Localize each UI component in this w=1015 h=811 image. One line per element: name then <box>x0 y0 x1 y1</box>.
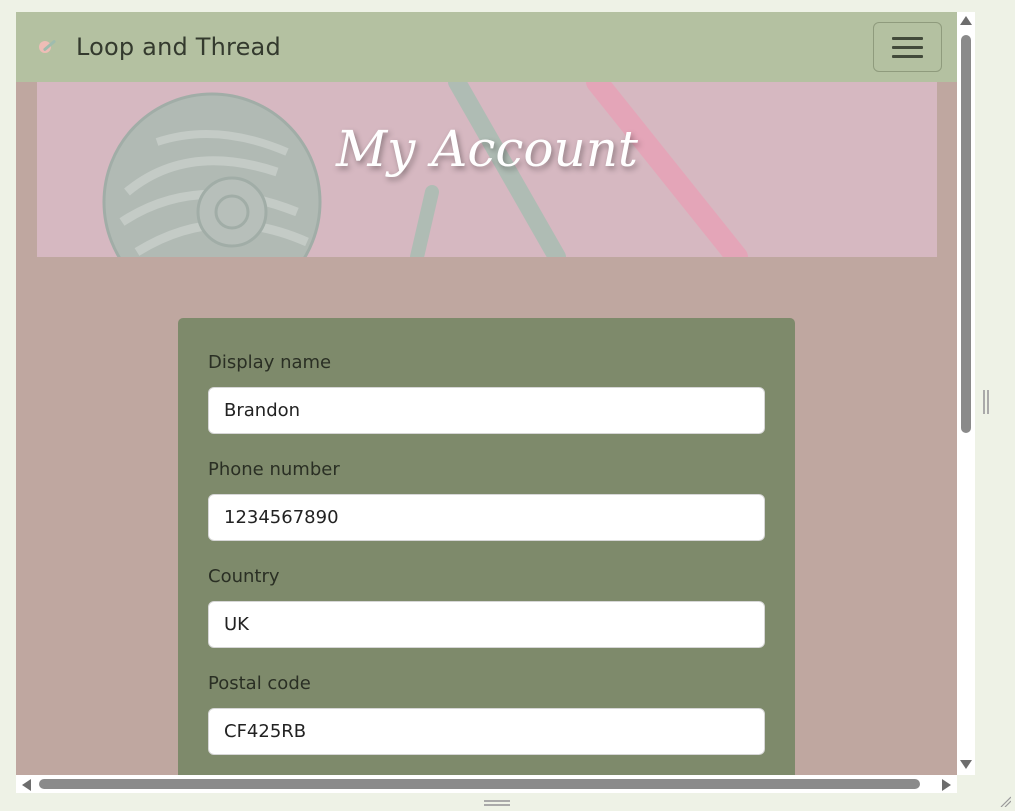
browser-viewport: Loop and Thread My Account Display name … <box>16 12 957 775</box>
yarn-logo-icon <box>36 37 64 57</box>
hamburger-menu-icon <box>892 36 923 40</box>
vertical-scroll-thumb[interactable] <box>961 35 971 433</box>
navbar: Loop and Thread <box>16 12 957 82</box>
country-label: Country <box>208 566 280 587</box>
country-input[interactable] <box>208 601 765 648</box>
vertical-scrollbar[interactable] <box>957 12 975 775</box>
navbar-toggle-button[interactable] <box>873 22 942 72</box>
scroll-up-arrow-icon[interactable] <box>960 16 972 25</box>
page-title: My Account <box>335 120 639 178</box>
scroll-left-arrow-icon[interactable] <box>22 779 31 791</box>
corner-resize-grip-icon[interactable] <box>999 795 1011 807</box>
brand-name: Loop and Thread <box>76 33 281 61</box>
scroll-right-arrow-icon[interactable] <box>942 779 951 791</box>
display-name-input[interactable] <box>208 387 765 434</box>
horizontal-scrollbar[interactable] <box>16 775 957 793</box>
phone-number-label: Phone number <box>208 459 340 480</box>
brand-link[interactable]: Loop and Thread <box>36 33 281 61</box>
postal-code-input[interactable] <box>208 708 765 755</box>
vertical-resize-grip-icon[interactable] <box>983 390 989 414</box>
account-form: Display name Phone number Country Postal… <box>178 318 795 775</box>
horizontal-scroll-thumb[interactable] <box>39 779 920 789</box>
hero-banner: My Account <box>37 82 937 257</box>
display-name-label: Display name <box>208 352 332 373</box>
phone-number-input[interactable] <box>208 494 765 541</box>
postal-code-label: Postal code <box>208 673 311 694</box>
scroll-down-arrow-icon[interactable] <box>960 760 972 769</box>
horizontal-resize-grip-icon[interactable] <box>484 800 510 806</box>
